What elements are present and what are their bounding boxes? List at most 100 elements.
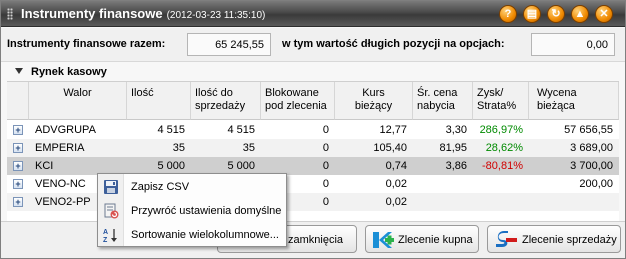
header-ilosc-do-sprzedazy[interactable]: Ilość do sprzedaży bbox=[191, 82, 261, 120]
svg-text:Z: Z bbox=[103, 237, 108, 243]
cell-zysk: 28,62% bbox=[485, 142, 523, 154]
header-line: bieżąca bbox=[537, 100, 575, 112]
header-kurs[interactable]: Kurs bieżący bbox=[335, 82, 413, 120]
cell-walor: ADVGRUPA bbox=[35, 124, 96, 136]
total-value-field: 65 245,55 bbox=[187, 33, 271, 56]
collapse-triangle-icon[interactable] bbox=[15, 68, 23, 74]
cell-blokowane: 0 bbox=[322, 160, 329, 172]
sell-order-icon bbox=[496, 231, 517, 247]
header-walor[interactable]: Walor bbox=[29, 82, 127, 120]
header-ilosc-do-sprzedazy-label: Ilość do sprzedaży bbox=[195, 87, 245, 113]
header-line: Zysk/ bbox=[477, 87, 504, 99]
cell-sr-cena: 3,86 bbox=[445, 160, 467, 172]
cell-kurs: 105,40 bbox=[373, 142, 407, 154]
header-line: Blokowane bbox=[265, 87, 319, 99]
header-blokowane[interactable]: Blokowane pod zlecenia bbox=[261, 82, 335, 120]
cell-ilosc-do-sprzedazy: 4 515 bbox=[227, 124, 255, 136]
header-line: pod zlecenia bbox=[265, 100, 327, 112]
help-icon: ? bbox=[504, 8, 512, 20]
options-value-label: w tym wartość długich pozycji na opcjach… bbox=[282, 38, 505, 50]
action-bar: zamknięcia Zlecenie kupna Zlecenie sprze… bbox=[1, 221, 625, 258]
cell-kurs: 12,77 bbox=[379, 124, 407, 136]
buy-order-icon bbox=[373, 232, 394, 248]
section-header-rynek-kasowy[interactable]: Rynek kasowy bbox=[1, 63, 625, 81]
menu-item-label: Przywróć ustawienia domyślne bbox=[131, 205, 282, 217]
title-bar[interactable]: Instrumenty finansowe (2012-03-23 11:35:1… bbox=[1, 1, 625, 27]
sort-icon: A Z bbox=[103, 229, 117, 243]
header-line: Strata% bbox=[477, 100, 517, 112]
cell-sr-cena: 3,30 bbox=[445, 124, 467, 136]
header-kurs-label: Kurs bieżący bbox=[335, 87, 412, 113]
cell-walor: KCI bbox=[35, 160, 54, 172]
header-line: nabycia bbox=[417, 100, 455, 112]
minimize-button[interactable]: ▲ bbox=[571, 5, 589, 23]
cell-kurs: 0,02 bbox=[385, 178, 407, 190]
instrumenty-finansowe-window: Instrumenty finansowe (2012-03-23 11:35:1… bbox=[0, 0, 626, 259]
close-icon: ✕ bbox=[599, 8, 609, 20]
window-timestamp: (2012-03-23 11:35:10) bbox=[166, 10, 266, 21]
header-line: Śr. cena bbox=[417, 87, 458, 99]
header-sr-cena-label: Śr. cena nabycia bbox=[417, 87, 457, 113]
window-title-text: Instrumenty finansowe bbox=[21, 6, 163, 21]
expand-icon[interactable]: + bbox=[13, 143, 23, 153]
help-button[interactable]: ? bbox=[499, 5, 517, 23]
header-blokowane-label: Blokowane pod zlecenia bbox=[265, 87, 327, 113]
menu-item-save-csv[interactable]: Zapisz CSV bbox=[98, 176, 286, 198]
buy-order-label: Zlecenie kupna bbox=[398, 234, 473, 246]
table-row[interactable]: + ADVGRUPA 4 515 4 515 0 12,77 3,30 286,… bbox=[7, 121, 619, 139]
header-line: Wycena bbox=[537, 87, 577, 99]
close-button[interactable]: ✕ bbox=[595, 5, 613, 23]
header-ilosc[interactable]: Ilość bbox=[127, 82, 191, 120]
refresh-button[interactable]: ↻ bbox=[547, 5, 565, 23]
cell-kurs: 0,02 bbox=[385, 196, 407, 208]
cell-wycena: 3 689,00 bbox=[570, 142, 613, 154]
header-line: Ilość do bbox=[195, 87, 233, 99]
context-menu: Zapisz CSV Przywróć ustawienia domyślne … bbox=[97, 173, 287, 247]
summary-bar: Instrumenty finansowe razem: 65 245,55 w… bbox=[1, 28, 625, 62]
close-position-label: zamknięcia bbox=[288, 234, 344, 246]
header-zysk[interactable]: Zysk/Strata% bbox=[473, 82, 529, 120]
cell-wycena: 3 700,00 bbox=[570, 160, 613, 172]
menu-item-multi-column-sort[interactable]: A Z Sortowanie wielokolumnowe... bbox=[98, 224, 286, 246]
cell-ilosc-do-sprzedazy: 5 000 bbox=[227, 160, 255, 172]
menu-item-label: Sortowanie wielokolumnowe... bbox=[131, 229, 279, 241]
print-button[interactable]: ▤ bbox=[523, 5, 541, 23]
minimize-icon: ▲ bbox=[574, 8, 586, 20]
refresh-icon: ↻ bbox=[551, 8, 561, 20]
header-expand bbox=[7, 82, 29, 120]
header-ilosc-label: Ilość bbox=[131, 87, 154, 99]
table-row[interactable]: + EMPERIA 35 35 0 105,40 81,95 28,62% 3 … bbox=[7, 139, 619, 157]
expand-icon[interactable]: + bbox=[13, 197, 23, 207]
expand-icon[interactable]: + bbox=[13, 161, 23, 171]
expand-icon[interactable]: + bbox=[13, 179, 23, 189]
header-line: sprzedaży bbox=[195, 100, 246, 112]
cell-wycena: 200,00 bbox=[579, 178, 613, 190]
svg-text:A: A bbox=[103, 229, 108, 236]
cell-wycena: 57 656,55 bbox=[564, 124, 613, 136]
header-wycena[interactable]: Wycena bieżąca bbox=[529, 82, 619, 120]
cell-zysk: -80,81% bbox=[482, 160, 523, 172]
expand-icon[interactable]: + bbox=[13, 125, 23, 135]
cell-sr-cena: 81,95 bbox=[439, 142, 467, 154]
cell-blokowane: 0 bbox=[322, 142, 329, 154]
cell-kurs: 0,74 bbox=[385, 160, 407, 172]
sell-order-label: Zlecenie sprzedaży bbox=[522, 234, 617, 246]
header-zysk-label: Zysk/Strata% bbox=[477, 87, 516, 113]
header-walor-label: Walor bbox=[63, 87, 92, 99]
sell-order-button[interactable]: Zlecenie sprzedaży bbox=[487, 225, 621, 253]
cell-walor: EMPERIA bbox=[35, 142, 85, 154]
buy-order-button[interactable]: Zlecenie kupna bbox=[365, 225, 479, 253]
save-icon bbox=[104, 180, 118, 194]
cell-ilosc: 35 bbox=[172, 142, 185, 154]
menu-item-label: Zapisz CSV bbox=[131, 181, 190, 193]
menu-item-restore-defaults[interactable]: Przywróć ustawienia domyślne bbox=[98, 200, 286, 222]
cell-ilosc: 5 000 bbox=[157, 160, 185, 172]
cell-blokowane: 0 bbox=[322, 124, 329, 136]
header-sr-cena[interactable]: Śr. cena nabycia bbox=[413, 82, 473, 120]
header-wycena-label: Wycena bieżąca bbox=[537, 87, 577, 113]
drag-grip-icon[interactable] bbox=[7, 8, 13, 20]
header-line: Kurs bbox=[362, 87, 385, 99]
cell-zysk: 286,97% bbox=[479, 124, 523, 136]
print-icon: ▤ bbox=[526, 8, 538, 20]
header-line: bieżący bbox=[354, 100, 393, 112]
